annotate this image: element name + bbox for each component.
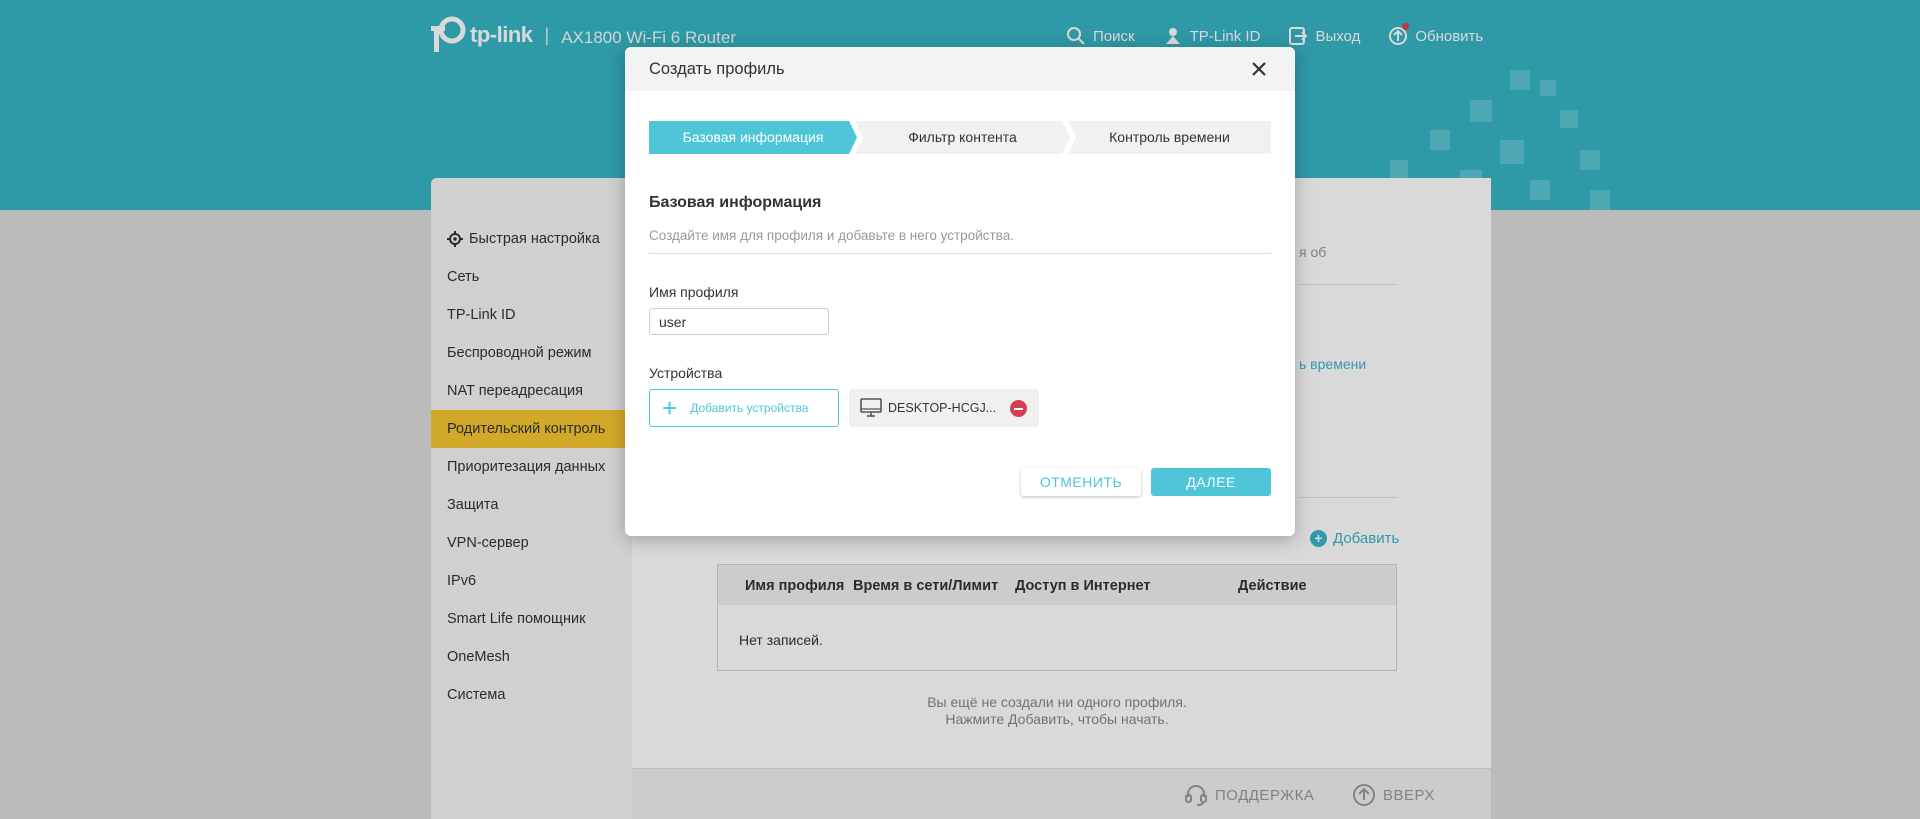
section-subtitle: Создайте имя для профиля и добавьте в не… [649, 228, 1014, 243]
step-time-control[interactable]: Контроль времени [1068, 121, 1271, 154]
remove-device-icon[interactable] [1010, 400, 1027, 417]
device-chip: DESKTOP-HCGJ... [849, 389, 1039, 427]
section-divider [649, 253, 1271, 254]
device-name: DESKTOP-HCGJ... [888, 401, 997, 415]
add-devices-button[interactable]: + Добавить устройства [649, 389, 839, 427]
profile-name-label: Имя профиля [649, 284, 739, 300]
wizard-steps: Базовая информация Фильтр контента Контр… [649, 121, 1271, 154]
step-content-filter[interactable]: Фильтр контента [855, 121, 1070, 154]
devices-label: Устройства [649, 365, 723, 381]
section-title: Базовая информация [649, 194, 822, 211]
next-button[interactable]: ДАЛЕЕ [1151, 468, 1271, 496]
dialog-title: Создать профиль [649, 59, 785, 78]
cancel-button[interactable]: ОТМЕНИТЬ [1021, 468, 1141, 496]
dialog-header: Создать профиль [625, 47, 1295, 91]
create-profile-dialog: Создать профиль Базовая информация Фильт… [625, 47, 1295, 536]
plus-icon: + [662, 393, 678, 423]
profile-name-input[interactable] [649, 308, 829, 335]
add-devices-label: Добавить устройства [690, 401, 809, 415]
monitor-icon [860, 398, 882, 417]
step-basic-info[interactable]: Базовая информация [649, 121, 857, 154]
close-icon[interactable] [1249, 59, 1269, 79]
